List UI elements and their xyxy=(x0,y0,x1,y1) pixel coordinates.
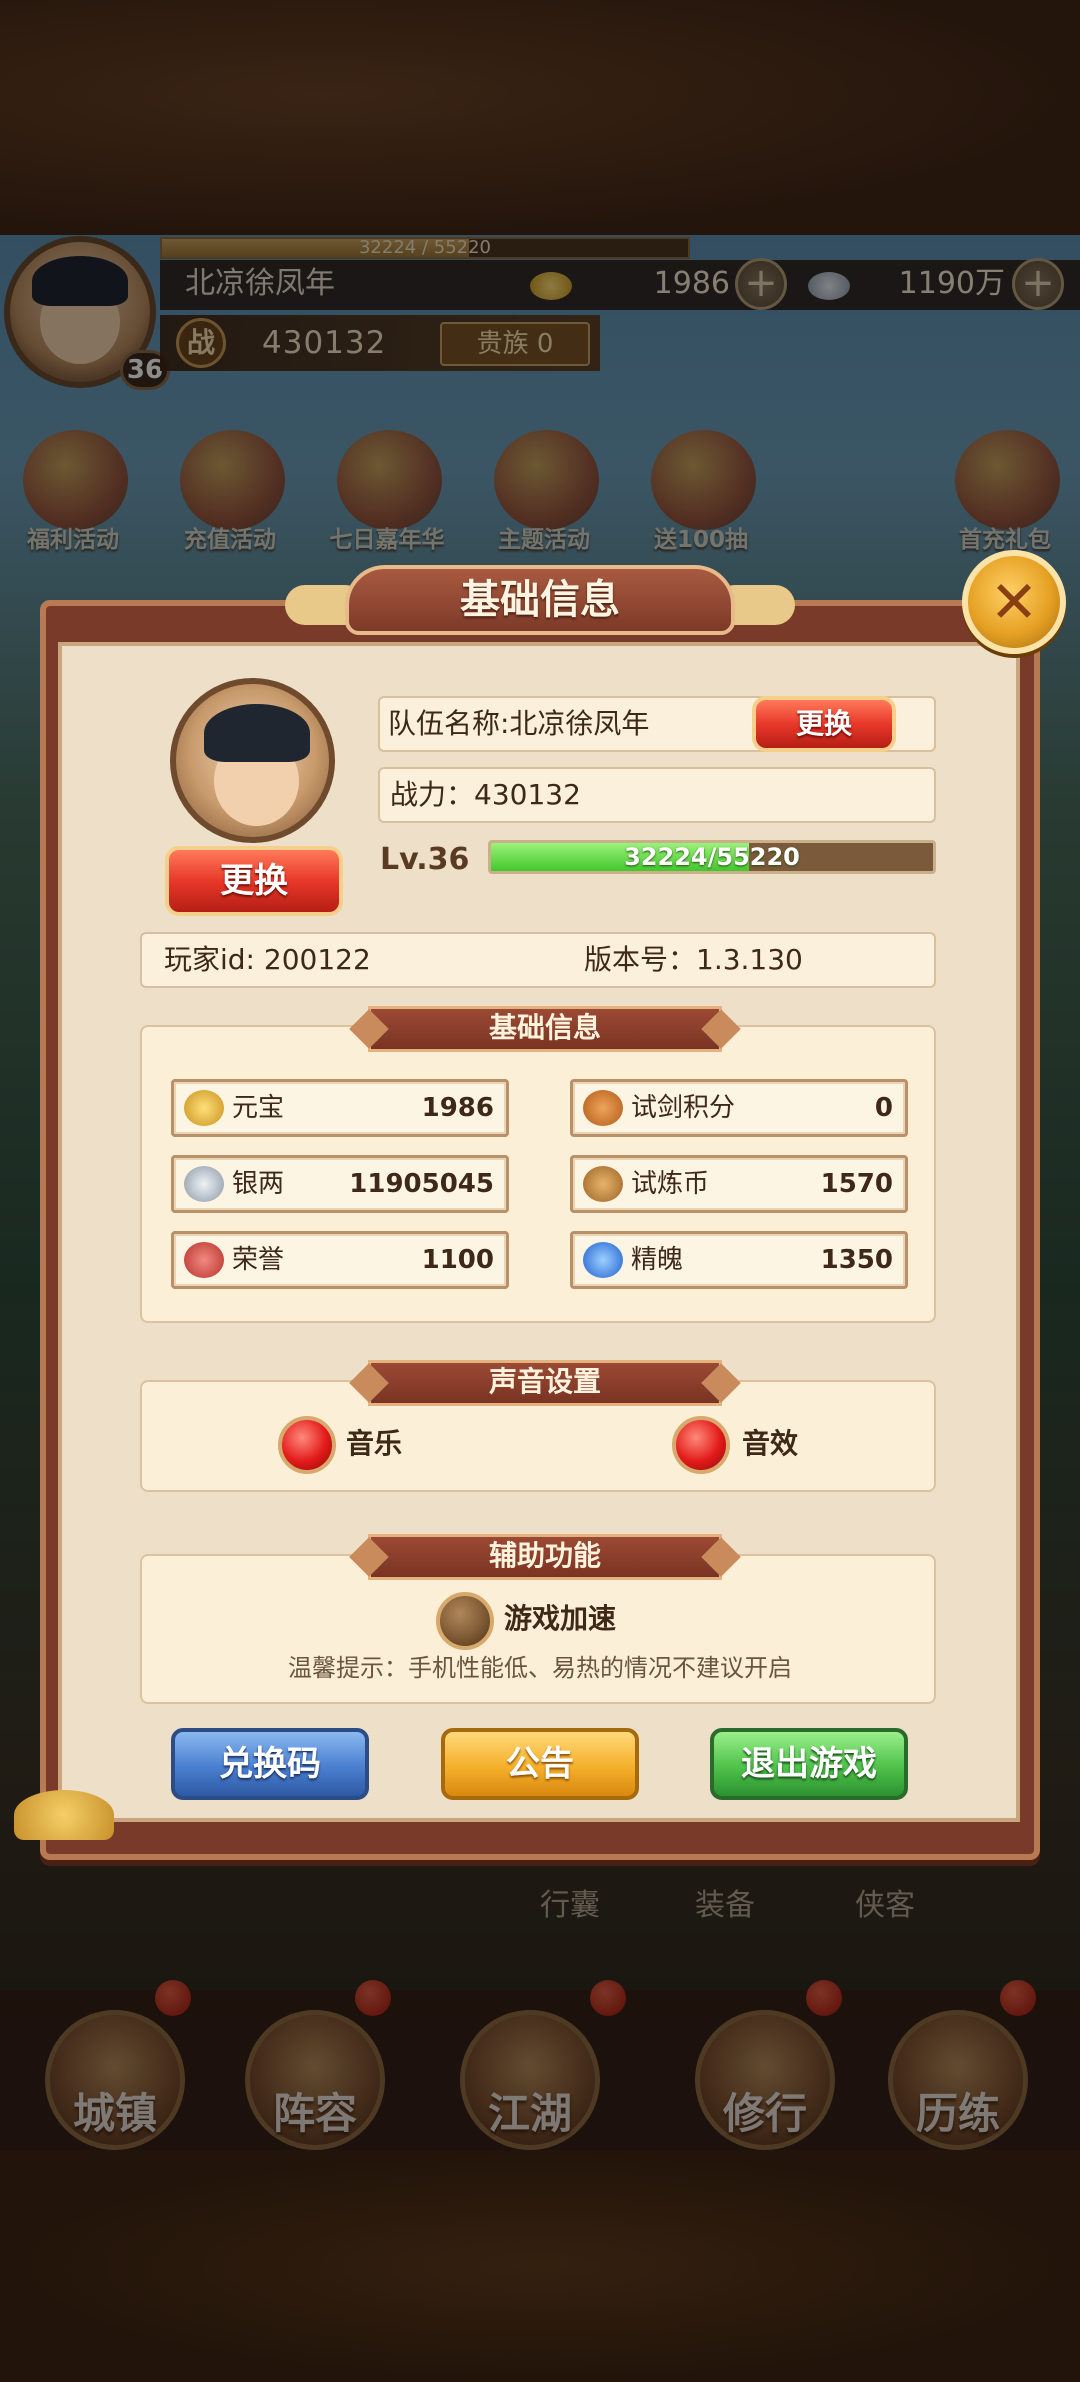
performance-tip: 温馨提示：手机性能低、易热的情况不建议开启 xyxy=(288,1654,792,1682)
redeem-code-button[interactable]: 兑换码 xyxy=(171,1728,369,1800)
sword-points-icon xyxy=(583,1090,623,1126)
currency-name: 试剑积分 xyxy=(631,1093,736,1123)
honor-icon xyxy=(184,1242,224,1278)
currency-value: 1100 xyxy=(421,1245,494,1275)
currency-cell: 荣誉 1100 xyxy=(171,1231,509,1289)
currency-value: 11905045 xyxy=(349,1169,494,1199)
currency-name: 荣誉 xyxy=(232,1245,285,1275)
avatar-hair xyxy=(204,704,310,762)
currency-value: 1570 xyxy=(820,1169,893,1199)
sfx-label: 音效 xyxy=(742,1427,799,1460)
music-label: 音乐 xyxy=(346,1427,403,1460)
currency-value: 0 xyxy=(874,1093,893,1123)
currency-value: 1350 xyxy=(820,1245,893,1275)
currency-name: 元宝 xyxy=(232,1093,285,1123)
cloud-ornament xyxy=(14,1790,114,1840)
currency-cell: 银两 11905045 xyxy=(171,1155,509,1213)
panel-title: 基础信息 xyxy=(345,565,735,635)
assist-ribbon: 辅助功能 xyxy=(368,1534,722,1580)
level-text: Lv.36 xyxy=(380,842,470,877)
currency-cell: 元宝 1986 xyxy=(171,1079,509,1137)
close-button[interactable]: ✕ xyxy=(962,550,1066,654)
speedup-label: 游戏加速 xyxy=(504,1602,617,1635)
change-avatar-button[interactable]: 更换 xyxy=(165,846,343,916)
sound-ribbon: 声音设置 xyxy=(368,1360,722,1406)
power-text: 战力：430132 xyxy=(390,778,581,811)
version-text: 版本号：1.3.130 xyxy=(584,943,803,976)
exp-bar: 32224/55220 xyxy=(488,840,936,874)
player-id: 玩家id: 200122 xyxy=(164,943,371,976)
exp-text: 32224/55220 xyxy=(624,843,800,871)
team-name: 队伍名称:北凉徐凤年 xyxy=(388,707,650,740)
currency-cell: 精魄 1350 xyxy=(570,1231,908,1289)
sfx-toggle[interactable] xyxy=(672,1416,730,1474)
silver-ingot-icon xyxy=(184,1166,224,1202)
spirit-icon xyxy=(583,1242,623,1278)
bottom-background xyxy=(0,2150,1080,2382)
speedup-toggle[interactable] xyxy=(436,1592,494,1650)
close-icon: ✕ xyxy=(989,568,1039,636)
trial-coin-icon xyxy=(583,1166,623,1202)
profile-avatar[interactable] xyxy=(170,678,335,843)
currency-name: 精魄 xyxy=(631,1245,684,1275)
exit-game-button[interactable]: 退出游戏 xyxy=(710,1728,908,1800)
notice-button[interactable]: 公告 xyxy=(441,1728,639,1800)
top-background xyxy=(0,0,1080,235)
currency-cell: 试剑积分 0 xyxy=(570,1079,908,1137)
change-name-button[interactable]: 更换 xyxy=(752,696,896,752)
currency-value: 1986 xyxy=(421,1093,494,1123)
currency-name: 试炼币 xyxy=(631,1169,710,1199)
basic-info-ribbon: 基础信息 xyxy=(368,1006,722,1052)
currency-cell: 试炼币 1570 xyxy=(570,1155,908,1213)
gold-ingot-icon xyxy=(184,1090,224,1126)
music-toggle[interactable] xyxy=(278,1416,336,1474)
currency-name: 银两 xyxy=(232,1169,285,1199)
